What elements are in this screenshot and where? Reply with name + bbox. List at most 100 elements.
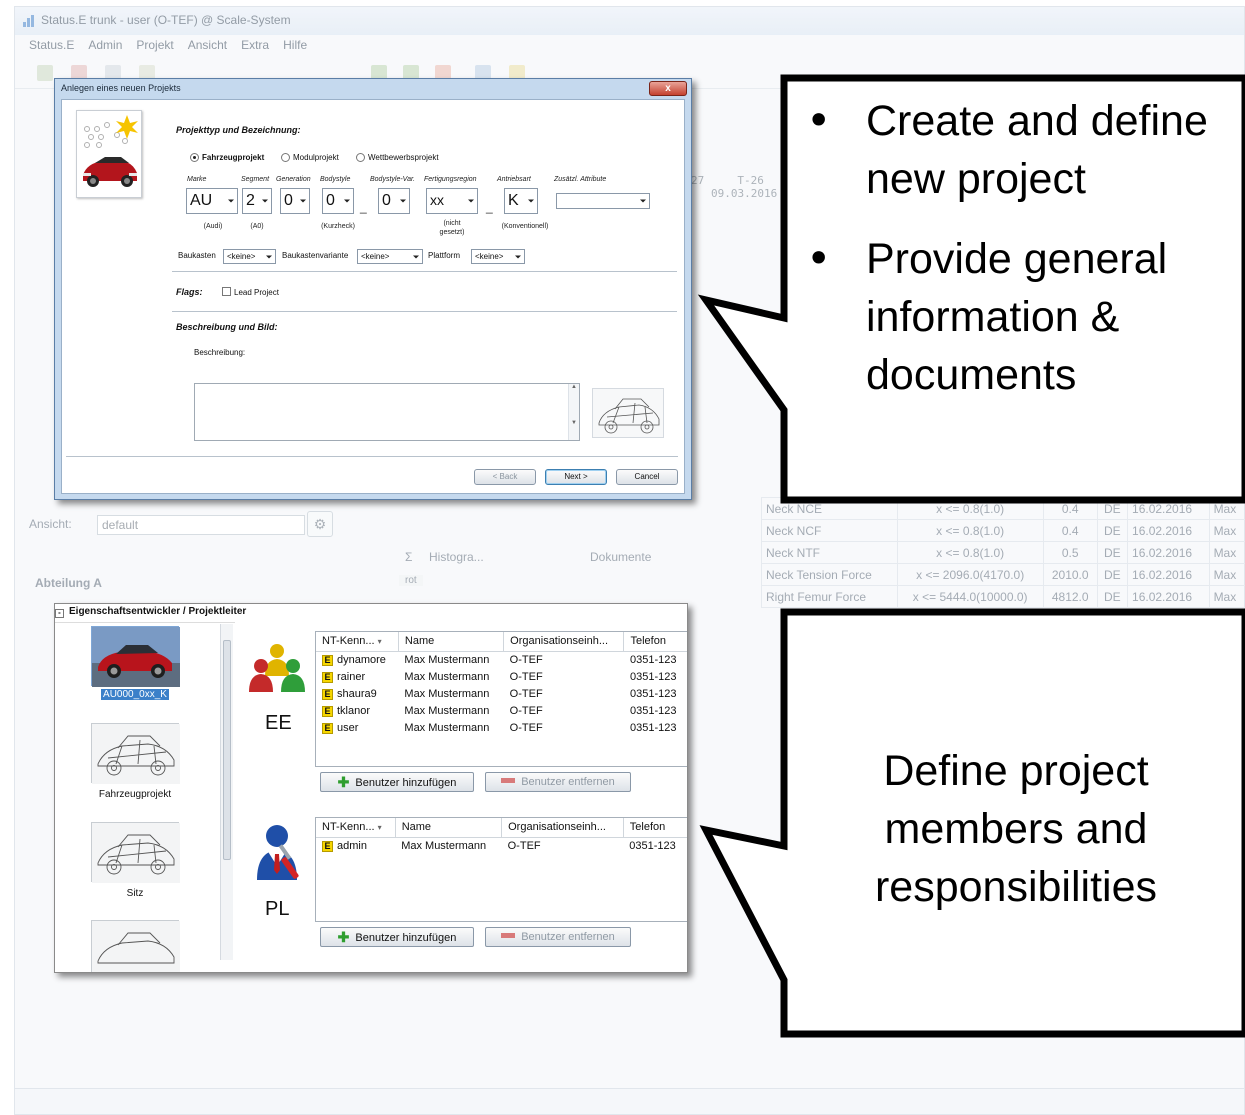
menu-status-e[interactable]: Status.E — [29, 38, 74, 54]
marke-value: AU — [190, 192, 213, 209]
results-cell-value: 2010.0 — [1042, 563, 1098, 586]
column-telefon[interactable]: Telefon — [623, 818, 687, 838]
results-row[interactable]: Neck NTF x <= 0.8(1.0) 0.5 DE 16.02.2016 Max — [761, 541, 1245, 564]
generation-select[interactable]: 0 — [280, 188, 310, 214]
chevron-down-icon: ▾ — [377, 823, 382, 833]
sum-column-header: Σ — [405, 550, 413, 564]
lead-project-checkbox[interactable] — [222, 287, 231, 296]
member-phone-cell: 0351-123 — [629, 653, 677, 666]
member-id-cell: Erainer — [316, 668, 398, 685]
baukastenvariante-select[interactable]: <keine> — [357, 249, 423, 264]
menu-hilfe[interactable]: Hilfe — [283, 38, 307, 54]
plus-icon: ✚ — [337, 929, 350, 945]
callout-top-text: Create and define new project Provide ge… — [806, 92, 1238, 426]
member-row[interactable]: Edynamore Max Mustermann O-TEF 0351-123 — [316, 651, 687, 668]
member-row[interactable]: Eadmin Max Mustermann O-TEF 0351-123 — [316, 837, 687, 854]
member-row[interactable]: Eshaura9 Max Mustermann O-TEF 0351-123 — [316, 685, 687, 702]
column-telefon[interactable]: Telefon — [623, 632, 687, 652]
dialog-close-button[interactable]: x — [649, 81, 687, 96]
thumbnail-au000[interactable] — [91, 626, 180, 687]
cancel-button[interactable]: Cancel — [616, 469, 678, 485]
results-row[interactable]: Right Femur Force x <= 5444.0(10000.0) 481… — [761, 585, 1245, 608]
column-name[interactable]: Name — [398, 632, 505, 652]
background-date-headers: 27 T-26 09.03.2016 — [691, 174, 777, 200]
back-button[interactable]: < Back — [474, 469, 536, 485]
bodystyle-select[interactable]: 0 — [322, 188, 354, 214]
ee-add-user-button[interactable]: ✚ Benutzer hinzufügen — [320, 772, 474, 792]
employee-badge-icon: E — [322, 840, 333, 852]
slide-stage: Status.E trunk - user (O-TEF) @ Scale-Sy… — [0, 0, 1245, 1115]
column-nt-kennung[interactable]: NT-Kenn... ▾ — [316, 632, 399, 652]
column-name[interactable]: Name — [395, 818, 503, 838]
plattform-select[interactable]: <keine> — [471, 249, 525, 264]
marke-select[interactable]: AU — [186, 188, 238, 214]
menu-extra[interactable]: Extra — [241, 38, 269, 54]
results-cell-date: 16.02.2016 — [1127, 563, 1210, 586]
member-id: dynamore — [337, 653, 386, 666]
results-row[interactable]: Neck NCF x <= 0.8(1.0) 0.4 DE 16.02.2016 Max — [761, 519, 1245, 542]
thumbnail-fahrzeugprojekt[interactable] — [91, 723, 180, 784]
next-button[interactable]: Next > — [545, 469, 607, 485]
member-row[interactable]: Erainer Max Mustermann O-TEF 0351-123 — [316, 668, 687, 685]
pl-remove-user-button[interactable]: Benutzer entfernen — [485, 927, 631, 947]
collapse-icon[interactable]: - — [55, 609, 64, 618]
pl-add-user-button[interactable]: ✚ Benutzer hinzufügen — [320, 927, 474, 947]
bodystyle-var-select[interactable]: 0 — [378, 188, 410, 214]
label-antriebsart: Antriebsart — [497, 176, 531, 183]
menu-admin[interactable]: Admin — [88, 38, 122, 54]
member-name-cell: Max Mustermann — [404, 687, 490, 700]
results-cell-country: DE — [1096, 519, 1129, 542]
ansicht-select[interactable]: default — [97, 515, 305, 535]
background-menubar[interactable]: Status.E Admin Projekt Ansicht Extra Hil… — [15, 35, 1244, 57]
thumbnail-sitz[interactable] — [91, 822, 180, 883]
role-pl-label: PL — [265, 898, 290, 920]
menu-ansicht[interactable]: Ansicht — [188, 38, 227, 54]
member-id: user — [337, 721, 359, 734]
results-cell-range: x <= 2096.0(4170.0) — [896, 563, 1044, 586]
results-row[interactable]: Neck NCE x <= 0.8(1.0) 0.4 DE 16.02.2016 Max — [761, 497, 1245, 520]
thumbnail-label-sitz: Sitz — [126, 888, 144, 899]
pl-members-grid[interactable]: NT-Kenn... ▾ Name Organisationseinh... T… — [315, 817, 687, 922]
ansicht-gear-icon[interactable]: ⚙ — [307, 511, 333, 537]
department-node[interactable]: Abteilung A — [35, 576, 102, 590]
results-cell-extra: Max — [1208, 497, 1245, 520]
column-organisation[interactable]: Organisationseinh... — [501, 818, 624, 838]
ansicht-label: Ansicht: — [29, 517, 72, 531]
member-name-cell: Max Mustermann — [404, 704, 490, 717]
radio-modulprojekt[interactable] — [281, 153, 290, 162]
thumbnail-next[interactable] — [91, 920, 180, 972]
background-titlebar: Status.E trunk - user (O-TEF) @ Scale-Sy… — [15, 7, 1244, 35]
segment-select[interactable]: 2 — [242, 188, 272, 214]
textarea-scrollbar[interactable]: ▲ ▼ — [568, 384, 579, 440]
member-org-cell: O-TEF — [509, 704, 543, 717]
bodystyle-value: 0 — [326, 192, 335, 209]
description-textarea[interactable]: ▲ ▼ — [194, 383, 580, 441]
project-image-thumbnail[interactable] — [592, 388, 664, 438]
antriebsart-select[interactable]: K — [504, 188, 538, 214]
column-organisation[interactable]: Organisationseinh... — [503, 632, 625, 652]
results-cell-country: DE — [1096, 497, 1129, 520]
results-row[interactable]: Neck Tension Force x <= 2096.0(4170.0) 201… — [761, 563, 1245, 586]
member-row[interactable]: Etklanor Max Mustermann O-TEF 0351-123 — [316, 702, 687, 719]
ee-remove-user-button[interactable]: Benutzer entfernen — [485, 772, 631, 792]
members-panel-title[interactable]: - Eigenschaftsentwickler / Projektleiter — [55, 606, 246, 618]
member-row[interactable]: Euser Max Mustermann O-TEF 0351-123 — [316, 719, 687, 736]
baukasten-select[interactable]: <keine> — [223, 249, 276, 264]
scrollbar-thumb[interactable] — [223, 640, 231, 860]
chevron-down-icon — [413, 255, 419, 258]
fertigungsregion-select[interactable]: xx — [426, 188, 478, 214]
toolbar-chart-icon[interactable] — [37, 65, 53, 81]
divider — [172, 311, 677, 312]
bodystyle-var-value: 0 — [382, 192, 391, 209]
column-nt-kennung[interactable]: NT-Kenn... ▾ — [316, 818, 396, 838]
thumbnail-scrollbar[interactable] — [220, 624, 233, 960]
radio-fahrzeugprojekt[interactable] — [190, 153, 199, 162]
radio-wettbewerbsprojekt[interactable] — [356, 153, 365, 162]
results-cell-country: DE — [1096, 563, 1129, 586]
zusatz-attribute-select[interactable] — [556, 193, 650, 209]
car-photo-icon — [92, 627, 180, 687]
project-thumbnail-list[interactable]: AU000_0xx_K Fahrzeugprojekt Sitz — [55, 622, 235, 972]
member-org-cell: O-TEF — [509, 670, 543, 683]
menu-projekt[interactable]: Projekt — [136, 38, 173, 54]
ee-members-grid[interactable]: NT-Kenn... ▾ Name Organisationseinh... T… — [315, 631, 687, 767]
